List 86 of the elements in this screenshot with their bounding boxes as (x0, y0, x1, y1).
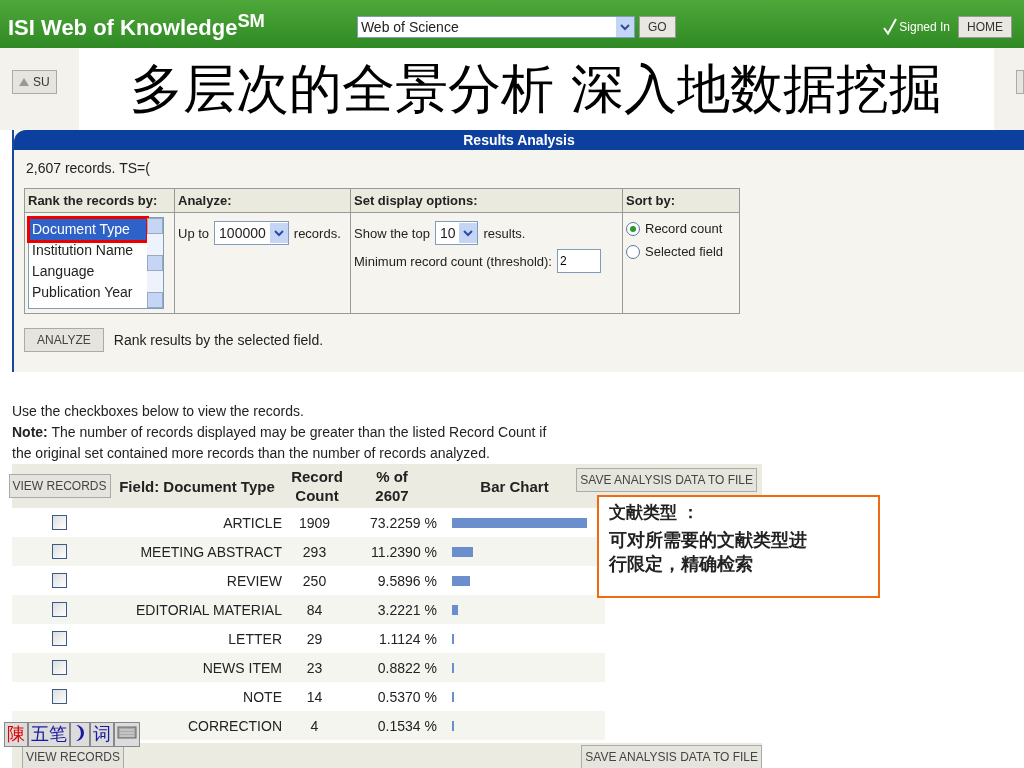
column-heading: Sort by: (623, 189, 739, 213)
record-summary: 2,607 records. TS=( (25, 159, 151, 176)
callout-text: 可对所需要的文献类型进行限定，精确检索 (609, 529, 808, 576)
field-listbox[interactable]: Document Type Institution Name Language Publication Year (28, 217, 164, 309)
column-heading: Rank the records by: (25, 189, 175, 213)
column-heading: Field: Document Type (118, 476, 276, 496)
list-option[interactable]: Language (30, 261, 146, 282)
percent-cell-text: 0.1534 % (376, 717, 437, 734)
field-cell-text: NEWS ITEM (201, 659, 282, 676)
bar (452, 546, 473, 557)
word-mode[interactable]: 词 (90, 722, 114, 747)
save-data-button[interactable]: SAVE ANALYSIS DATA TO FILE (576, 468, 757, 492)
list-option[interactable]: Institution Name (30, 240, 146, 261)
save-data-button[interactable]: SAVE ANALYSIS DATA TO FILE (581, 745, 762, 768)
view-records-button[interactable]: VIEW RECORDS (8, 474, 111, 498)
instructions-text: Use the checkboxes below to view the records. (11, 402, 305, 421)
radio-label: Record count (645, 221, 723, 236)
checkbox[interactable] (52, 631, 67, 646)
field-cell-text: CORRECTION (186, 717, 282, 734)
label-text: results. (483, 225, 526, 241)
percent-cell-text: 73.2259 % (369, 514, 437, 531)
column-heading: Analyze: (175, 189, 351, 213)
bar (452, 633, 455, 644)
bar (452, 575, 470, 586)
percent-cell-text: 0.5370 % (376, 688, 437, 705)
go-button[interactable]: GO (638, 16, 676, 38)
list-option[interactable]: Document Type (30, 219, 146, 240)
count-cell-text: 14 (305, 688, 324, 705)
slide-title: 多层次的全景分析 深入地数据挖掘 (130, 57, 943, 121)
percent-cell-text: 1.1124 % (377, 630, 437, 647)
top-results-dropdown[interactable]: 10 (434, 221, 479, 245)
field-cell-text: REVIEW (225, 572, 282, 589)
site-logo[interactable]: ISI Web of Knowledge$^{SM}$ (8, 10, 265, 42)
home-button[interactable]: HOME (958, 16, 1012, 38)
bar (452, 604, 458, 615)
view-records-button[interactable]: VIEW RECORDS (22, 745, 124, 768)
threshold-input[interactable]: 2 (556, 249, 601, 273)
field-cell-text: EDITORIAL MATERIAL (135, 601, 282, 618)
label-text: Up to (178, 225, 210, 241)
count-cell-text: 23 (305, 659, 324, 676)
checkbox[interactable] (52, 660, 67, 675)
column-heading: Set display options: (351, 189, 623, 213)
input-mode[interactable]: 五笔 (28, 722, 70, 747)
count-cell-text: 250 (301, 572, 328, 589)
label-text: Minimum record count (threshold): (354, 253, 552, 269)
field-cell-text: MEETING ABSTRACT (139, 543, 282, 560)
moon-icon[interactable] (70, 722, 90, 747)
summary-button[interactable]: SU (12, 70, 57, 94)
checkbox[interactable] (52, 515, 67, 530)
checkbox[interactable] (52, 544, 67, 559)
keyboard-icon[interactable] (114, 722, 140, 747)
scrollbar[interactable] (147, 218, 163, 308)
note-text: Note: The number of records displayed may be greater than the listed Record Count if the original set contained more records than the number of records analyzed. (11, 423, 548, 463)
checkbox[interactable] (52, 602, 67, 617)
records-dropdown[interactable]: 100000 (214, 221, 289, 245)
column-heading: % of 2607 (374, 467, 410, 505)
list-option[interactable]: Publication Year (30, 282, 146, 303)
column-heading: Record Count (290, 467, 344, 505)
count-cell-text: 29 (305, 630, 324, 647)
panel-title: Results Analysis (14, 130, 1024, 150)
radio-button[interactable] (626, 221, 640, 236)
checkbox[interactable] (52, 573, 67, 588)
label-text: Show the top (354, 225, 430, 241)
count-cell-text: 84 (305, 601, 324, 618)
label-text: records. (293, 225, 341, 241)
percent-cell-text: 3.2221 % (376, 601, 437, 618)
database-select[interactable]: Web of Science (356, 16, 635, 38)
radio-button[interactable] (626, 244, 640, 259)
percent-cell-text: 9.5896 % (376, 572, 437, 589)
percent-cell-text: 11.2390 % (370, 543, 437, 560)
field-cell-text: NOTE (242, 688, 282, 705)
triangle-up-icon (19, 78, 29, 86)
analyze-hint: Rank results by the selected field. (113, 332, 324, 348)
checkmark-icon (883, 18, 898, 35)
signed-in-status: Signed In (883, 18, 950, 35)
callout-title: 文献类型 ： (609, 502, 700, 524)
analyze-button[interactable]: ANALYZE (24, 328, 104, 352)
count-cell-text: 293 (301, 543, 328, 560)
radio-label: Selected field (645, 244, 724, 259)
field-cell-text: LETTER (227, 630, 282, 647)
ime-logo[interactable]: 陳 (4, 722, 28, 747)
percent-cell-text: 0.8822 % (376, 659, 437, 676)
count-cell-text: 1909 (297, 514, 332, 531)
checkbox[interactable] (52, 689, 67, 704)
count-cell-text: 4 (309, 717, 320, 734)
field-cell-text: ARTICLE (222, 514, 282, 531)
